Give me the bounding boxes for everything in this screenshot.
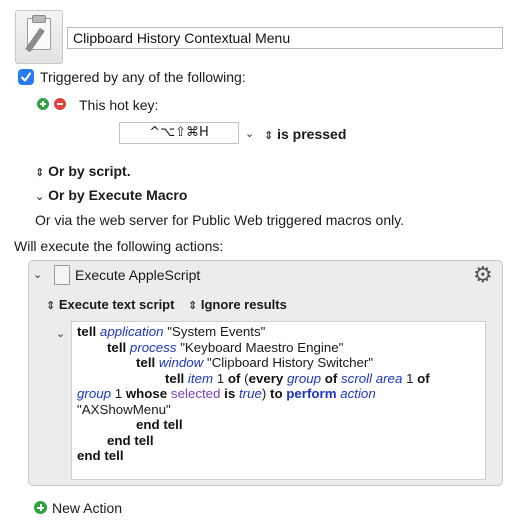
hotkey-mode-label: is pressed <box>277 126 347 142</box>
results-mode-popup[interactable]: ⇕ Ignore results <box>188 297 287 312</box>
applescript-code[interactable]: tell application "System Events" tell pro… <box>77 324 430 464</box>
updown-chevron-icon: ⇕ <box>35 166 45 179</box>
code-line-5: group 1 whose selected is true) to perfo… <box>77 386 376 401</box>
new-action-button[interactable]: New Action <box>52 500 122 516</box>
hotkey-label: This hot key: <box>79 97 159 113</box>
add-trigger-button[interactable] <box>37 98 49 110</box>
updown-chevron-icon: ⇕ <box>46 299 56 312</box>
gear-icon[interactable]: ⚙ <box>473 263 493 288</box>
code-line-8: end tell <box>107 432 154 448</box>
macro-name-input[interactable] <box>67 27 503 49</box>
chevron-down-icon: ⌄ <box>35 190 45 203</box>
code-line-6: "AXShowMenu" <box>77 401 171 417</box>
remove-trigger-button[interactable] <box>54 98 66 110</box>
results-mode-label: Ignore results <box>200 297 287 312</box>
new-action-plus-icon[interactable] <box>34 501 47 514</box>
triggered-label: Triggered by any of the following: <box>40 69 246 85</box>
script-mode-label: Execute text script <box>58 297 175 312</box>
or-by-script-disclosure[interactable]: ⇕ Or by script. <box>35 163 131 179</box>
checkmark-icon <box>21 72 31 82</box>
hotkey-field[interactable]: ^⌥⇧⌘H <box>119 122 239 144</box>
script-mode-popup[interactable]: ⇕ Execute text script <box>46 297 174 312</box>
macro-icon[interactable] <box>15 10 63 64</box>
code-line-1: tell application "System Events" <box>77 324 266 339</box>
triggered-checkbox[interactable] <box>18 69 34 85</box>
code-line-2: tell process "Keyboard Maestro Engine" <box>107 339 344 355</box>
action-title: Execute AppleScript <box>75 267 201 283</box>
code-line-4: tell item 1 of (every group of scroll ar… <box>165 370 430 386</box>
hotkey-mode-popup[interactable]: ⇕ is pressed <box>264 126 346 142</box>
or-by-script-label: Or by script. <box>48 163 131 179</box>
applescript-icon <box>54 265 70 285</box>
web-server-note: Or via the web server for Public Web tri… <box>35 212 405 228</box>
hotkey-options-chevron-icon[interactable]: ⌄ <box>245 127 254 140</box>
or-by-execute-macro-label: Or by Execute Macro <box>48 187 188 203</box>
updown-chevron-icon: ⇕ <box>188 299 198 312</box>
actions-header: Will execute the following actions: <box>14 238 224 254</box>
script-collapse-chevron-icon[interactable]: ⌄ <box>56 327 65 340</box>
code-line-9: end tell <box>77 448 124 463</box>
or-by-execute-macro-disclosure[interactable]: ⌄ Or by Execute Macro <box>35 187 187 203</box>
updown-chevron-icon: ⇕ <box>264 129 274 142</box>
action-collapse-chevron-icon[interactable]: ⌄ <box>33 268 42 281</box>
code-line-3: tell window "Clipboard History Switcher" <box>136 355 374 370</box>
code-line-7: end tell <box>136 417 183 432</box>
